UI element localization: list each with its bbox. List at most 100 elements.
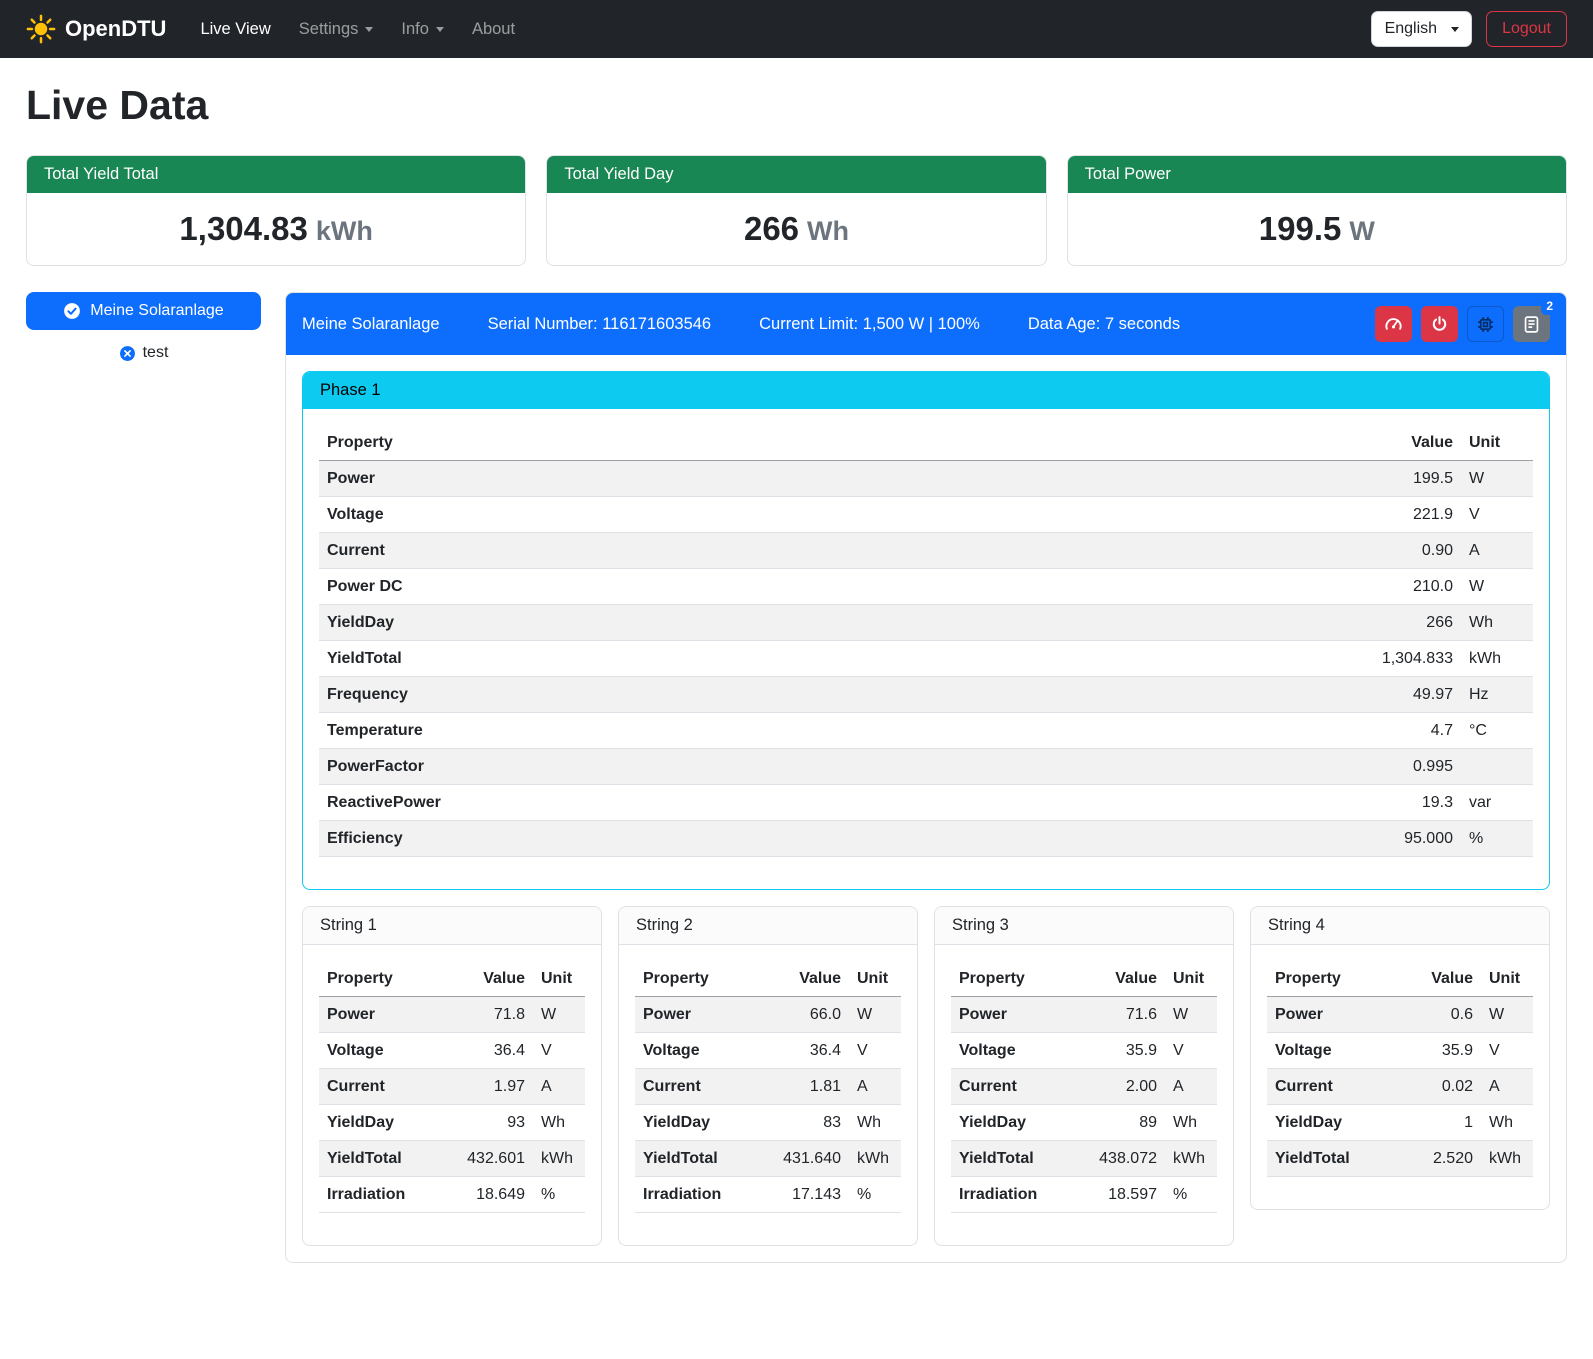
table-row: YieldTotal431.640kWh — [635, 1141, 901, 1177]
main-content: Meine Solaranlage test Meine Solaranlage… — [26, 292, 1567, 1263]
table-row: YieldDay83Wh — [635, 1105, 901, 1141]
string-card-header: String 3 — [935, 907, 1233, 945]
table-row: Current1.81A — [635, 1069, 901, 1105]
language-select[interactable]: English — [1371, 11, 1472, 47]
nav-item-about[interactable]: About — [458, 12, 529, 47]
page-title: Live Data — [26, 82, 1567, 129]
card-title: Total Power — [1068, 156, 1566, 193]
inverter-name: Meine Solaranlage — [302, 315, 440, 334]
summary-card-total-yield-total: Total Yield Total 1,304.83kWh — [26, 155, 526, 266]
string-card-header: String 1 — [303, 907, 601, 945]
card-title: Total Yield Day — [547, 156, 1045, 193]
inverter-actions: 2 — [1375, 306, 1550, 342]
table-row: Frequency49.97Hz — [319, 677, 1533, 713]
card-unit: kWh — [316, 216, 373, 246]
chevron-down-icon — [436, 27, 444, 32]
table-header-row: Property Value Unit — [951, 961, 1217, 997]
navbar: OpenDTU Live View Settings Info About En… — [0, 0, 1593, 58]
string-card-body: Property Value Unit Power66.0W Voltage36… — [619, 945, 917, 1245]
brand-logo[interactable]: OpenDTU — [26, 14, 166, 44]
inverter-button-label: Meine Solaranlage — [90, 302, 223, 320]
column-header-value: Value — [771, 961, 849, 997]
column-header-value: Value — [1403, 961, 1481, 997]
table-row: Irradiation17.143% — [635, 1177, 901, 1213]
logout-button[interactable]: Logout — [1486, 11, 1567, 47]
string-table: Property Value Unit Power66.0W Voltage36… — [635, 961, 901, 1213]
column-header-unit: Unit — [849, 961, 901, 997]
strings-grid: String 1 Property Value Unit — [302, 906, 1550, 1246]
table-row: Power DC210.0W — [319, 569, 1533, 605]
event-log-button[interactable]: 2 — [1513, 306, 1550, 342]
cpu-icon — [1476, 315, 1495, 334]
nav-item-settings[interactable]: Settings — [285, 12, 388, 47]
table-row: Power199.5W — [319, 461, 1533, 497]
table-row: YieldDay1Wh — [1267, 1105, 1533, 1141]
table-row: YieldDay93Wh — [319, 1105, 585, 1141]
table-row: Voltage36.4V — [319, 1033, 585, 1069]
nav-item-info[interactable]: Info — [387, 12, 458, 47]
string-card-header: String 2 — [619, 907, 917, 945]
phase-table: Property Value Unit Power199.5W Voltage2… — [319, 425, 1533, 857]
table-row: YieldTotal438.072kWh — [951, 1141, 1217, 1177]
table-row: Voltage35.9V — [951, 1033, 1217, 1069]
table-row: Current1.97A — [319, 1069, 585, 1105]
phase-card: Phase 1 Property Value Unit — [302, 371, 1550, 890]
column-header-unit: Unit — [533, 961, 585, 997]
string-table: Property Value Unit Power71.8W Voltage36… — [319, 961, 585, 1213]
power-icon — [1430, 315, 1449, 334]
string-card-body: Property Value Unit Power71.8W Voltage36… — [303, 945, 601, 1245]
table-row: Power66.0W — [635, 997, 901, 1033]
inverter-selector: Meine Solaranlage test — [26, 292, 261, 362]
table-row: Irradiation18.649% — [319, 1177, 585, 1213]
table-row: Voltage35.9V — [1267, 1033, 1533, 1069]
string-table: Property Value Unit Power0.6W Voltage35.… — [1267, 961, 1533, 1177]
column-header-unit: Unit — [1481, 961, 1533, 997]
column-header-property: Property — [319, 961, 455, 997]
table-row: Power71.8W — [319, 997, 585, 1033]
table-row: Irradiation18.597% — [951, 1177, 1217, 1213]
column-header-property: Property — [635, 961, 771, 997]
table-row: Current0.02A — [1267, 1069, 1533, 1105]
limit-settings-button[interactable] — [1375, 306, 1412, 342]
inverter-card-body: Phase 1 Property Value Unit — [286, 355, 1566, 1262]
gauge-icon — [1384, 315, 1403, 334]
card-body: 199.5W — [1068, 193, 1566, 265]
device-settings-button[interactable] — [1467, 306, 1504, 342]
card-body: 266Wh — [547, 193, 1045, 265]
nav-links: Live View Settings Info About — [186, 12, 529, 47]
string-card-header: String 4 — [1251, 907, 1549, 945]
table-header-row: Property Value Unit — [319, 961, 585, 997]
nav-item-live-view[interactable]: Live View — [186, 12, 284, 47]
table-row: YieldDay266Wh — [319, 605, 1533, 641]
card-value: 199.5 — [1259, 210, 1342, 247]
column-header-property: Property — [951, 961, 1087, 997]
table-row: YieldTotal2.520kWh — [1267, 1141, 1533, 1177]
inverter-item-test[interactable]: test — [26, 344, 261, 362]
table-row: Current0.90A — [319, 533, 1533, 569]
table-row: YieldDay89Wh — [951, 1105, 1217, 1141]
column-header-property: Property — [1267, 961, 1403, 997]
table-header-row: Property Value Unit — [635, 961, 901, 997]
table-row: Power71.6W — [951, 997, 1217, 1033]
check-circle-icon — [63, 302, 81, 320]
column-header-value: Value — [1087, 961, 1165, 997]
table-row: Power0.6W — [1267, 997, 1533, 1033]
string-card-body: Property Value Unit Power0.6W Voltage35.… — [1251, 945, 1549, 1209]
card-unit: Wh — [807, 216, 849, 246]
page-container: Live Data Total Yield Total 1,304.83kWh … — [0, 58, 1593, 1293]
phase-card-body: Property Value Unit Power199.5W Voltage2… — [303, 409, 1549, 889]
string-card-3: String 3 Property Value Unit — [934, 906, 1234, 1246]
power-button[interactable] — [1421, 306, 1458, 342]
inverter-item-label: test — [143, 344, 169, 362]
string-card-4: String 4 Property Value Unit — [1250, 906, 1550, 1210]
table-header-row: Property Value Unit — [1267, 961, 1533, 997]
table-row: Temperature4.7°C — [319, 713, 1533, 749]
table-row: YieldTotal1,304.833kWh — [319, 641, 1533, 677]
inverter-button-active[interactable]: Meine Solaranlage — [26, 292, 261, 330]
inverter-serial: Serial Number: 116171603546 — [488, 315, 712, 334]
card-body: 1,304.83kWh — [27, 193, 525, 265]
inverter-data-age: Data Age: 7 seconds — [1028, 315, 1180, 334]
table-row: Voltage221.9V — [319, 497, 1533, 533]
phase-card-header: Phase 1 — [303, 372, 1549, 409]
sun-icon — [26, 14, 56, 44]
